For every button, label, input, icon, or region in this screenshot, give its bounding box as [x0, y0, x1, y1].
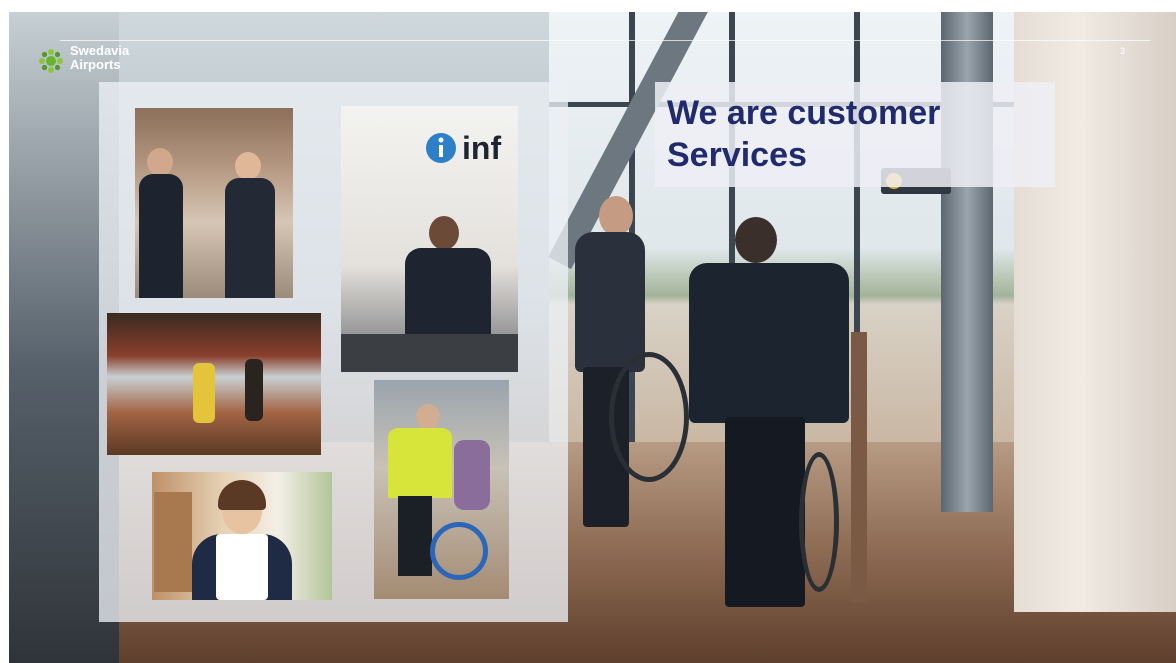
person-shirt [216, 534, 268, 600]
person-torso [225, 178, 275, 298]
person-hair [218, 480, 266, 510]
person-head [429, 216, 459, 250]
person-torso [689, 263, 849, 423]
person-torso [575, 232, 645, 372]
logo-line-1: Swedavia [70, 43, 130, 58]
person-vest [193, 363, 215, 423]
swedavia-logo-icon [39, 49, 63, 73]
person-torso [139, 174, 183, 298]
logo-wordmark: Swedavia Airports [70, 44, 129, 72]
photo-wheelchair-assist [374, 380, 509, 599]
wheelchair [799, 452, 839, 592]
person-head [416, 404, 440, 430]
person [245, 359, 263, 421]
title-line-2: Services [667, 136, 807, 174]
swedavia-logo: Swedavia Airports [38, 44, 148, 78]
header-rule [60, 40, 1150, 41]
passenger [454, 440, 490, 510]
hi-vis-vest [388, 428, 452, 498]
logo-line-2: Airports [70, 57, 121, 72]
title-box: We are customer Services [655, 82, 1055, 187]
page-number: 3 [1120, 46, 1126, 56]
person-head [735, 217, 777, 263]
info-sign-text: inf [462, 130, 502, 166]
person-head [235, 152, 261, 180]
title-line-1: We are customer [667, 94, 941, 132]
bookshelf [154, 492, 192, 592]
wheelchair-wheel [430, 522, 488, 580]
desk-counter [341, 334, 518, 372]
person-head [147, 148, 173, 176]
photo-airport-staff [135, 108, 293, 298]
photo-corridor [107, 313, 321, 455]
slide-title: We are customer Services [667, 92, 1047, 176]
person-torso [405, 248, 491, 348]
photo-info-desk: inf [341, 106, 518, 372]
person-legs [725, 417, 805, 607]
photo-phone-service [152, 472, 332, 600]
person-head [599, 196, 633, 236]
wheelchair [609, 352, 689, 482]
person-legs [398, 496, 432, 576]
